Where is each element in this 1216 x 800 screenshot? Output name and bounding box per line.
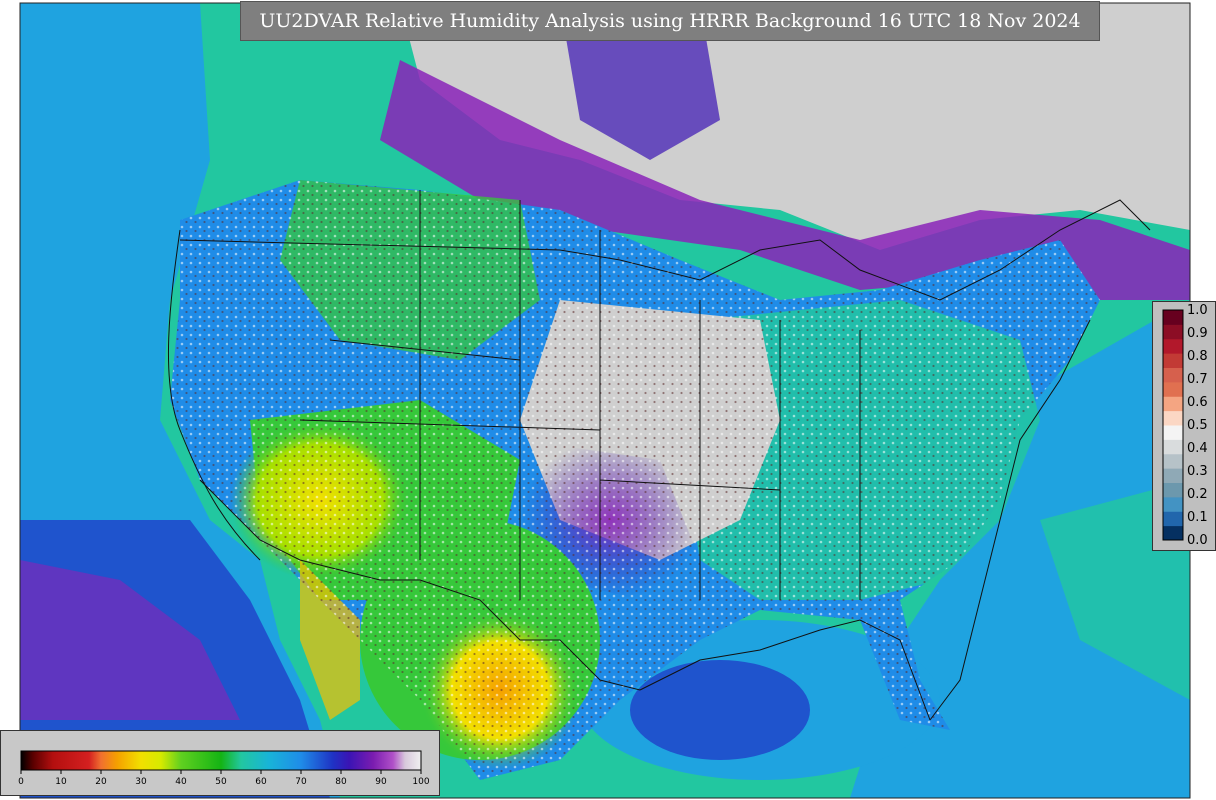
qc-colorbar-swatch bbox=[1163, 482, 1183, 498]
rh-colorbar-tick-label: 100 bbox=[412, 777, 429, 787]
qc-colorbar: 0.0 0.1 0.2 0.3 0.4 0.5 0.6 0.7 0.8 0.9 1.0 bbox=[1162, 303, 1208, 548]
qc-colorbar-tick-label: 0.0 bbox=[1187, 533, 1208, 548]
qc-colorbar-swatch bbox=[1163, 496, 1183, 512]
qc-colorbar-swatch bbox=[1163, 425, 1183, 440]
qc-colorbar-tick-label: 0.8 bbox=[1187, 349, 1208, 364]
qc-colorbar-tick-label: 0.6 bbox=[1187, 395, 1208, 410]
qc-colorbar-swatch bbox=[1163, 381, 1183, 397]
qc-colorbar-swatch bbox=[1163, 338, 1183, 354]
qc-colorbar-swatch bbox=[1163, 396, 1183, 412]
qc-colorbar-swatch bbox=[1163, 410, 1183, 426]
rh-colorbar-tick-label: 70 bbox=[295, 777, 307, 787]
rh-colorbar-tick-label: 20 bbox=[95, 777, 107, 787]
rh-colorbar-tick-label: 90 bbox=[375, 777, 387, 787]
qc-colorbar-swatch bbox=[1163, 511, 1183, 527]
qc-colorbar-swatch bbox=[1163, 324, 1183, 340]
rh-colorbar-legend: 0 10 20 30 40 50 60 70 80 90 100 bbox=[0, 730, 440, 796]
rh-colorbar-ramp bbox=[20, 750, 422, 771]
rh-colorbar-tick-label: 10 bbox=[55, 777, 67, 787]
qc-colorbar-swatch bbox=[1163, 453, 1183, 469]
qc-colorbar-swatch bbox=[1163, 468, 1183, 483]
rh-colorbar: 0 10 20 30 40 50 60 70 80 90 100 bbox=[18, 750, 430, 787]
rh-analysis-map bbox=[19, 2, 1191, 799]
qc-colorbar-swatch bbox=[1163, 367, 1183, 383]
rh-colorbar-tick-label: 80 bbox=[335, 777, 347, 787]
qc-colorbar-swatch bbox=[1163, 353, 1183, 368]
qc-colorbar-swatch bbox=[1163, 439, 1183, 455]
qc-colorbar-tick-label: 0.7 bbox=[1187, 372, 1208, 387]
qc-colorbar-swatch bbox=[1163, 310, 1183, 325]
rh-colorbar-tick-label: 40 bbox=[175, 777, 187, 787]
qc-colorbar-swatch bbox=[1163, 525, 1183, 541]
rh-colorbar-tick-label: 50 bbox=[215, 777, 227, 787]
rh-colorbar-tick-label: 30 bbox=[135, 777, 147, 787]
qc-colorbar-tick-label: 0.1 bbox=[1187, 510, 1208, 525]
qc-colorbar-tick-label: 0.3 bbox=[1187, 464, 1208, 479]
qc-colorbar-tick-label: 0.9 bbox=[1187, 326, 1208, 341]
qc-colorbar-tick-label: 0.2 bbox=[1187, 487, 1208, 502]
map-title: UU2DVAR Relative Humidity Analysis using… bbox=[240, 1, 1100, 41]
qc-colorbar-tick-label: 1.0 bbox=[1187, 303, 1208, 318]
rh-colorbar-tick-label: 0 bbox=[18, 777, 24, 787]
qc-colorbar-legend: 0.0 0.1 0.2 0.3 0.4 0.5 0.6 0.7 0.8 0.9 1.0 bbox=[1152, 301, 1216, 551]
qc-colorbar-tick-label: 0.5 bbox=[1187, 418, 1208, 433]
gulf-moist-core bbox=[630, 660, 810, 760]
rh-colorbar-tick-label: 60 bbox=[255, 777, 267, 787]
qc-colorbar-tick-label: 0.4 bbox=[1187, 441, 1208, 456]
